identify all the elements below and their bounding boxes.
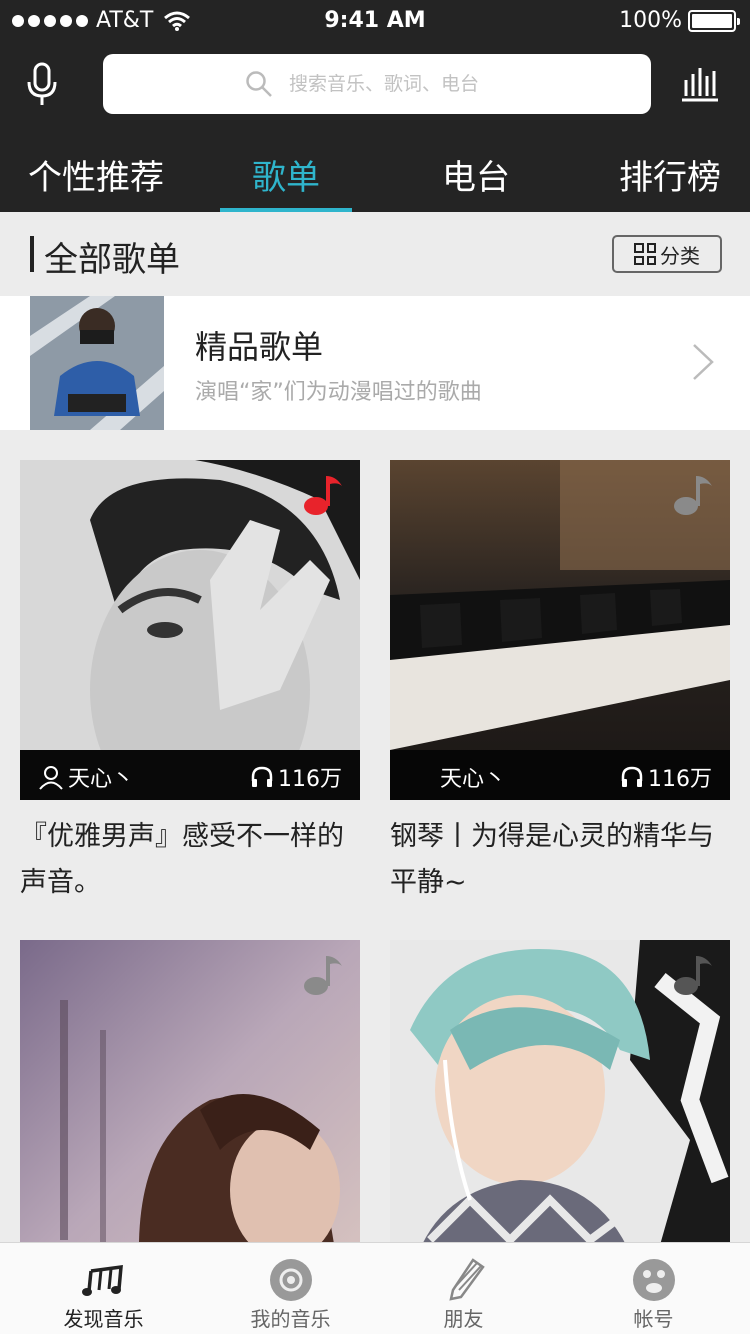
- pencil-icon: [448, 1258, 485, 1301]
- section-title: 全部歌单: [44, 240, 180, 280]
- nav-discover-music[interactable]: 发现音乐: [10, 1243, 197, 1334]
- play-count: 116万: [278, 767, 342, 792]
- playlist-author: 天心丶: [68, 767, 135, 792]
- playlist-author: 天心丶: [440, 767, 507, 792]
- disc-icon: [269, 1259, 312, 1301]
- search-bar[interactable]: [103, 54, 651, 114]
- play-count: 116万: [648, 767, 712, 792]
- nav-label: 帐号: [633, 1307, 674, 1331]
- search-icon: [246, 71, 272, 97]
- smiley-icon: [632, 1259, 675, 1301]
- battery-percent: 100%: [619, 8, 682, 33]
- music-note-icon: [674, 476, 712, 515]
- nav-label: 朋友: [443, 1307, 484, 1331]
- playlist-cover: [20, 940, 360, 1280]
- tab-playlists[interactable]: 歌单: [220, 150, 352, 212]
- chevron-right-icon: [693, 344, 714, 380]
- featured-title: 精品歌单: [195, 328, 324, 366]
- playlist-title: 钢琴丨为得是心灵的精华与平静~: [390, 821, 714, 898]
- playlist-cover: [390, 940, 730, 1280]
- top-tabs: 个性推荐 歌单 电台 排行榜: [0, 140, 750, 212]
- featured-playlist-row[interactable]: 精品歌单 演唱“家”们为动漫唱过的歌曲: [0, 296, 750, 430]
- music-note-icon: [304, 476, 342, 515]
- now-playing-icon[interactable]: [680, 66, 720, 102]
- playlist-meta: 天心丶 116万: [390, 750, 730, 800]
- playlist-card[interactable]: [390, 940, 730, 1280]
- headphones-icon: [251, 766, 273, 787]
- music-notes-icon: [81, 1264, 123, 1296]
- music-note-icon: [304, 956, 342, 995]
- headphones-icon: [621, 766, 643, 787]
- section-marker: [30, 236, 34, 272]
- playlist-card[interactable]: 天心丶 116万 钢琴丨为得是心灵的精华与平静~: [390, 460, 730, 906]
- top-header: AT&T 9:41 AM 100% 搜索音乐、歌词、电台 个性推荐 歌单 电台 …: [0, 0, 750, 212]
- featured-thumbnail: [30, 296, 164, 430]
- category-button[interactable]: 分类: [612, 235, 722, 273]
- section-header: 全部歌单 分类: [0, 212, 750, 296]
- playlist-cover: 天心丶 116万: [390, 460, 730, 800]
- battery-icon: [688, 9, 740, 32]
- playlist-title: 『优雅男声』感受不一样的声音。: [20, 821, 344, 898]
- nav-account[interactable]: 帐号: [560, 1243, 747, 1334]
- nav-my-music[interactable]: 我的音乐: [197, 1243, 384, 1334]
- featured-subtitle: 演唱“家”们为动漫唱过的歌曲: [195, 380, 482, 405]
- user-icon: [39, 766, 63, 790]
- nav-friends[interactable]: 朋友: [370, 1243, 557, 1334]
- grid-icon: [634, 243, 656, 265]
- playlist-meta: 天心丶 116万: [20, 750, 360, 800]
- bottom-navigation: 发现音乐 我的音乐 朋友 帐号: [0, 1242, 750, 1334]
- playlist-card[interactable]: [20, 940, 360, 1280]
- playlist-card[interactable]: 天心丶 116万 『优雅男声』感受不一样的声音。: [20, 460, 360, 906]
- playlist-cover: 天心丶 116万: [20, 460, 360, 800]
- status-bar: AT&T 9:41 AM 100%: [0, 0, 750, 40]
- tab-radio[interactable]: 电台: [410, 150, 542, 212]
- search-input[interactable]: [289, 73, 509, 95]
- tab-recommend[interactable]: 个性推荐: [0, 150, 192, 212]
- microphone-icon[interactable]: [24, 62, 60, 108]
- music-note-icon: [674, 956, 712, 995]
- category-label: 分类: [660, 243, 700, 268]
- nav-label: 我的音乐: [250, 1307, 331, 1331]
- tab-charts[interactable]: 排行榜: [590, 150, 750, 212]
- nav-label: 发现音乐: [63, 1307, 144, 1331]
